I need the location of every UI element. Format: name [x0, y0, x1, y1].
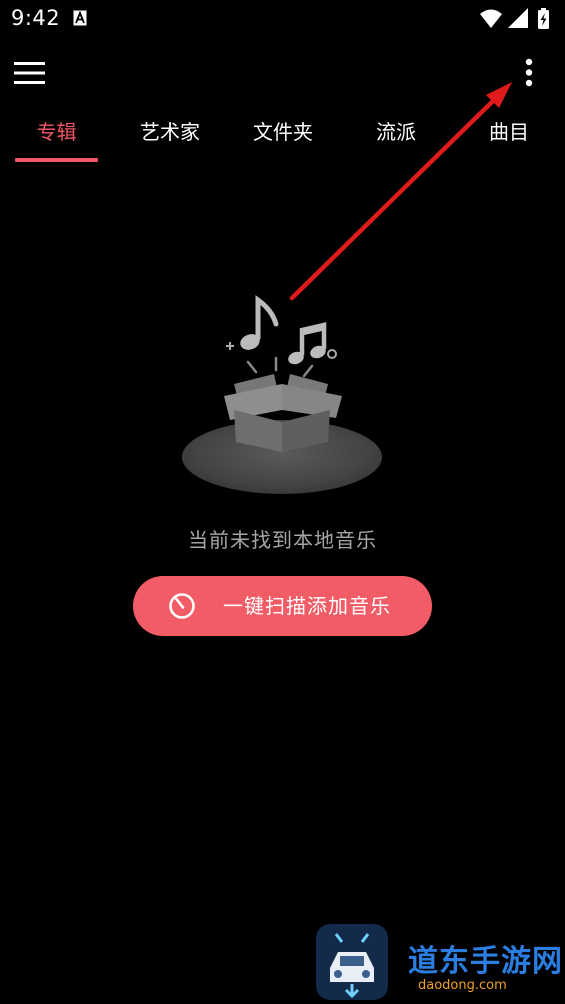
empty-music-box-icon: [182, 295, 382, 494]
watermark-logo: [316, 924, 388, 1000]
battery-charging-icon: [538, 8, 549, 29]
tab-genres[interactable]: 流派: [355, 110, 437, 154]
tab-artists[interactable]: 艺术家: [129, 110, 211, 154]
toolbar: [0, 46, 565, 102]
status-icons: [480, 8, 549, 29]
hamburger-menu-icon[interactable]: [14, 59, 46, 87]
status-bar: 9:42: [0, 0, 565, 40]
scan-button-label: 一键扫描添加音乐: [223, 594, 391, 618]
tab-tracks[interactable]: 曲目: [468, 110, 550, 154]
scan-add-music-button[interactable]: 一键扫描添加音乐: [133, 576, 432, 636]
notification-a-icon: [73, 10, 87, 26]
category-tabs: 专辑 艺术家 文件夹 流派 曲目: [0, 110, 565, 166]
status-time: 9:42: [11, 6, 61, 30]
tab-albums[interactable]: 专辑: [15, 110, 98, 154]
empty-state-message: 当前未找到本地音乐: [188, 528, 377, 552]
tab-indicator: [15, 158, 98, 162]
wifi-icon: [480, 9, 502, 28]
more-vertical-icon[interactable]: [512, 54, 546, 94]
car-logo-icon: [330, 933, 374, 999]
watermark-title: 道东手游网: [408, 944, 563, 979]
scan-timer-icon: [169, 593, 195, 619]
signal-icon: [508, 8, 528, 28]
watermark-subtitle: daodong.com: [418, 978, 507, 993]
tab-folders[interactable]: 文件夹: [242, 110, 324, 154]
